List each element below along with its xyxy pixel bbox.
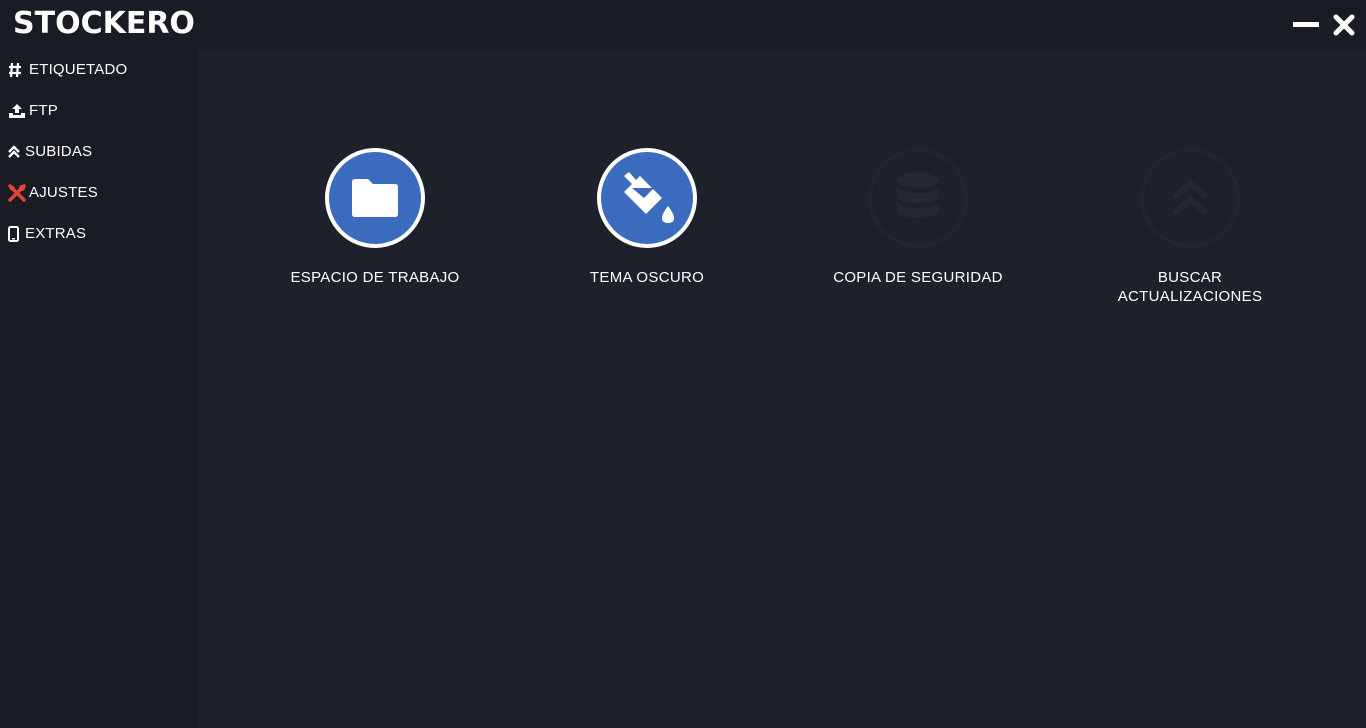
chevrons-up-icon	[1172, 179, 1208, 216]
paint-bucket-icon	[624, 172, 674, 223]
minimize-icon	[1293, 22, 1319, 27]
tools-icon	[8, 184, 26, 202]
sidebar-item-label: ETIQUETADO	[29, 61, 128, 78]
option-workspace[interactable]: ESPACIO DE TRABAJO	[255, 148, 495, 287]
sidebar-item-label: FTP	[29, 102, 58, 119]
sidebar-item-ftp[interactable]: FTP	[8, 99, 58, 123]
option-label: ESPACIO DE TRABAJO	[290, 269, 460, 286]
sidebar-item-subidas[interactable]: SUBIDAS	[8, 140, 92, 164]
dark-theme-button[interactable]	[597, 148, 697, 248]
chevrons-up-icon	[8, 143, 22, 161]
updates-button[interactable]	[1140, 148, 1240, 248]
upload-icon	[8, 102, 26, 120]
backup-button[interactable]	[868, 148, 968, 248]
option-label: COPIA DE SEGURIDAD	[833, 269, 1003, 286]
sidebar-item-ajustes[interactable]: AJUSTES	[8, 181, 98, 205]
option-backup[interactable]: COPIA DE SEGURIDAD	[798, 148, 1038, 287]
option-label: TEMA OSCURO	[589, 269, 705, 286]
sidebar-item-label: EXTRAS	[25, 225, 87, 242]
database-icon	[897, 172, 939, 218]
sidebar-item-label: SUBIDAS	[25, 143, 93, 160]
folder-icon	[352, 179, 398, 217]
workspace-button[interactable]	[325, 148, 425, 248]
close-button[interactable]	[1330, 12, 1358, 38]
option-label: BUSCAR ACTUALIZACIONES	[1117, 269, 1263, 305]
title-bar: STOCKERO	[0, 0, 1366, 49]
close-icon	[1333, 14, 1355, 36]
option-dark-theme[interactable]: TEMA OSCURO	[527, 148, 767, 287]
sidebar-item-etiquetado[interactable]: ETIQUETADO	[8, 58, 127, 82]
sidebar-item-label: AJUSTES	[29, 184, 98, 201]
option-updates[interactable]: BUSCAR ACTUALIZACIONES	[1070, 148, 1310, 306]
settings-panel: ESPACIO DE TRABAJO TEMA OSCURO COPIA DE …	[198, 49, 1366, 728]
app-title: STOCKERO	[13, 6, 195, 41]
minimize-button[interactable]	[1292, 12, 1320, 38]
mobile-icon	[8, 225, 22, 243]
hash-icon	[8, 61, 26, 79]
sidebar-item-extras[interactable]: EXTRAS	[8, 222, 86, 246]
sidebar: ETIQUETADO FTP SUBIDAS AJUSTES EXTRAS	[0, 49, 198, 728]
